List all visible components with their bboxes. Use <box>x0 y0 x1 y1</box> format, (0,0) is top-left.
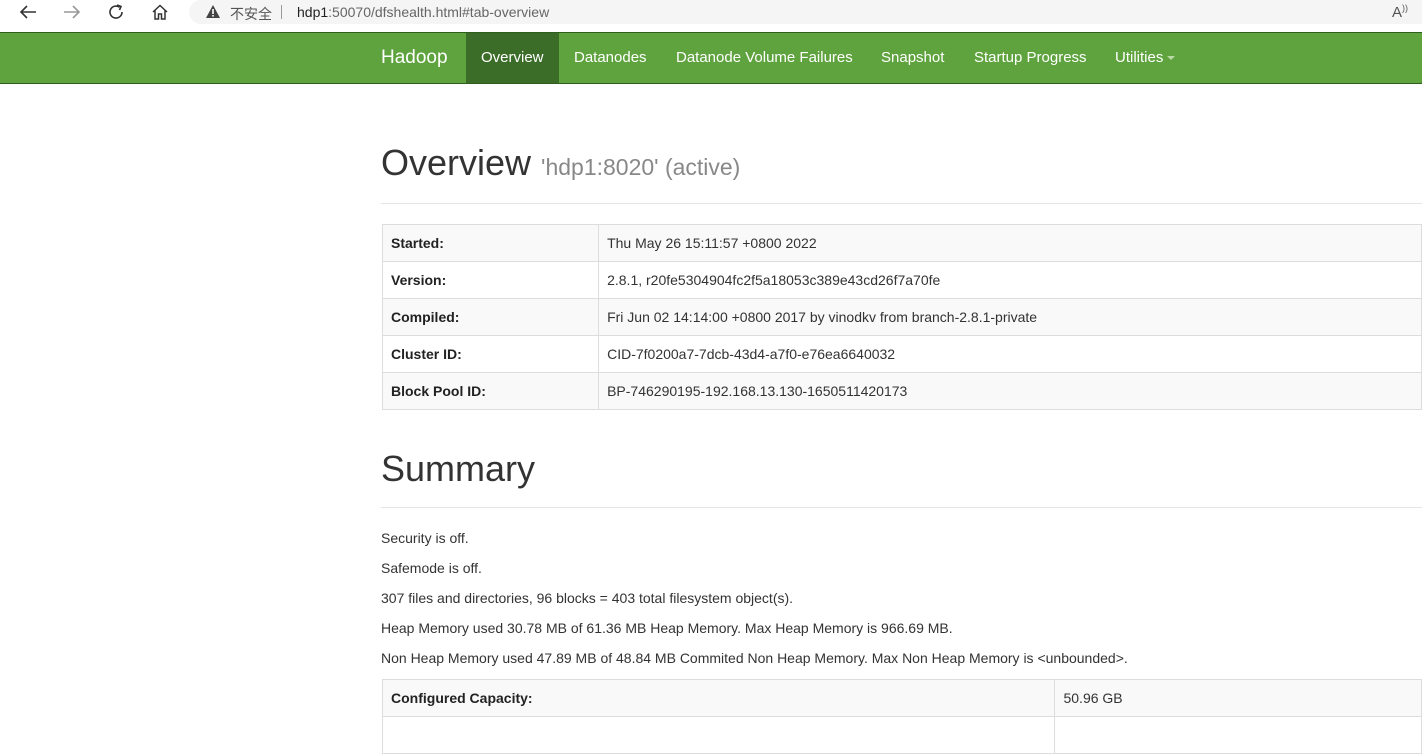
refresh-button[interactable] <box>101 0 131 24</box>
tab-overview[interactable]: Overview <box>466 33 559 83</box>
table-row: Configured Capacity: 50.96 GB <box>381 679 1422 717</box>
read-aloud-button[interactable]: A)) <box>1392 3 1408 21</box>
caret-down-icon <box>1167 56 1176 61</box>
address-bar[interactable]: 不安全 hdp1:50070/dfshealth.html#tab-overvi… <box>189 0 1422 24</box>
back-button[interactable] <box>13 0 43 24</box>
summary-table: Configured Capacity: 50.96 GB <box>381 679 1422 754</box>
refresh-icon <box>109 4 123 19</box>
url-path: :50070/dfshealth.html#tab-overview <box>328 4 550 20</box>
browser-toolbar: 不安全 hdp1:50070/dfshealth.html#tab-overvi… <box>0 0 1422 24</box>
row-value: CID-7f0200a7-7dcb-43d4-a7f0-e76ea6640032 <box>598 335 1422 373</box>
tab-utilities-label: Utilities <box>1115 49 1164 66</box>
page-title: Overview 'hdp1:8020' (active) <box>381 142 740 184</box>
security-status-text: Security is off. <box>381 530 469 546</box>
summary-heading: Summary <box>381 448 536 489</box>
table-row: Cluster ID: CID-7f0200a7-7dcb-43d4-a7f0-… <box>381 335 1422 373</box>
non-heap-memory-text: Non Heap Memory used 47.89 MB of 48.84 M… <box>381 650 1128 666</box>
url-text[interactable]: hdp1:50070/dfshealth.html#tab-overview <box>297 4 549 20</box>
safemode-status-text: Safemode is off. <box>381 560 482 576</box>
heap-memory-text: Heap Memory used 30.78 MB of 61.36 MB He… <box>381 620 953 636</box>
tab-datanode-volume-failures[interactable]: Datanode Volume Failures <box>661 33 868 83</box>
row-value: Thu May 26 15:11:57 +0800 2022 <box>598 224 1422 262</box>
home-button[interactable] <box>145 0 175 24</box>
overview-table: Started: Thu May 26 15:11:57 +0800 2022 … <box>381 224 1422 410</box>
brand-logo[interactable]: Hadoop <box>381 47 448 69</box>
table-row <box>381 716 1422 754</box>
row-value: Fri Jun 02 14:14:00 +0800 2017 by vinodk… <box>598 298 1422 336</box>
row-value: BP-746290195-192.168.13.130-165051142017… <box>598 372 1422 410</box>
tab-utilities[interactable]: Utilities <box>1100 33 1190 83</box>
row-value: 2.8.1, r20fe5304904fc2f5a18053c389e43cd2… <box>598 261 1422 299</box>
overview-heading: Overview <box>381 142 532 183</box>
divider <box>381 203 1422 204</box>
namenode-subtitle: 'hdp1:8020' (active) <box>541 154 741 180</box>
read-aloud-icon: A <box>1391 4 1402 21</box>
row-key: Block Pool ID: <box>381 372 600 410</box>
row-value: 50.96 GB <box>1054 679 1422 717</box>
tab-datanodes[interactable]: Datanodes <box>559 33 662 83</box>
home-icon <box>152 4 168 20</box>
warning-icon[interactable] <box>205 4 221 19</box>
row-key: Started: <box>381 224 600 262</box>
row-key <box>381 716 1056 754</box>
row-key: Cluster ID: <box>381 335 600 373</box>
divider <box>381 507 1422 508</box>
table-row: Version: 2.8.1, r20fe5304904fc2f5a18053c… <box>381 261 1422 299</box>
hadoop-navbar: Hadoop Overview Datanodes Datanode Volum… <box>0 32 1422 84</box>
row-key: Compiled: <box>381 298 600 336</box>
tab-snapshot[interactable]: Snapshot <box>866 33 959 83</box>
filesystem-objects-text: 307 files and directories, 96 blocks = 4… <box>381 590 794 606</box>
table-row: Started: Thu May 26 15:11:57 +0800 2022 <box>381 224 1422 262</box>
arrow-left-icon <box>19 5 36 19</box>
row-key: Configured Capacity: <box>381 679 1056 717</box>
table-row: Block Pool ID: BP-746290195-192.168.13.1… <box>381 372 1422 410</box>
security-status[interactable]: 不安全 <box>230 4 272 24</box>
row-value <box>1054 716 1422 754</box>
arrow-right-icon <box>64 5 81 19</box>
url-host: hdp1 <box>297 4 329 20</box>
forward-button[interactable] <box>57 0 87 24</box>
table-row: Compiled: Fri Jun 02 14:14:00 +0800 2017… <box>381 298 1422 336</box>
separator <box>281 5 282 19</box>
row-key: Version: <box>381 261 600 299</box>
tab-startup-progress[interactable]: Startup Progress <box>959 33 1102 83</box>
